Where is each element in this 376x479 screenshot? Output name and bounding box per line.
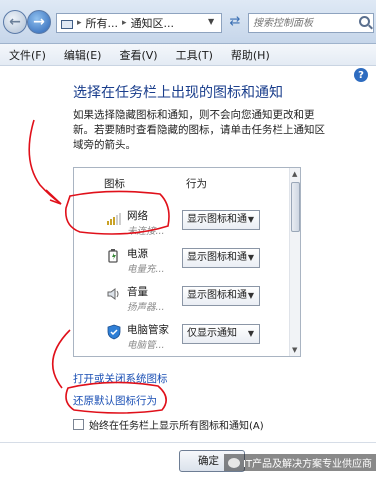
row-name: 电脑管家 [127, 324, 169, 336]
annotation-arrow-stroke [28, 119, 61, 204]
refresh-button[interactable]: ⇄ [225, 14, 245, 32]
checkbox-label: 始终在任务栏上显示所有图标和通知(A) [89, 421, 264, 432]
select-value: 显示图标和通 [187, 252, 247, 263]
search-icon[interactable] [359, 16, 370, 27]
chevron-down-icon[interactable]: ▼ [208, 17, 214, 26]
row-status: 电脑管... [127, 340, 165, 351]
scroll-down-icon[interactable]: ▼ [292, 346, 297, 354]
table-row-pc-manager: 电脑管家 电脑管... 仅显示通知 ▼ [74, 320, 289, 356]
control-panel-icon [61, 19, 73, 29]
restore-default-link[interactable]: 还原默认图标行为 [73, 393, 157, 408]
address-input[interactable]: ▸ 所有... ▸ 通知区... [56, 13, 222, 33]
breadcrumb-notification-area[interactable]: 通知区... [131, 15, 175, 31]
icons-table: 图标 行为 网络 未连接... 显示图标和通 ▼ 电源 电量充... 显示图标和… [73, 167, 301, 357]
menu-file[interactable]: 文件(F) [0, 47, 55, 63]
scrollbar-thumb[interactable] [291, 182, 300, 232]
description-text: 如果选择隐藏图标和通知，则不会向您通知更改和更新。若要随时查看隐藏的图标，请单击… [73, 109, 325, 151]
page-title: 选择在任务栏上出现的图标和通知 [73, 85, 283, 101]
behavior-select-pc-manager[interactable]: 仅显示通知 ▼ [182, 324, 260, 344]
search-box [248, 13, 374, 33]
row-status: 电量充... [127, 264, 165, 275]
select-value: 显示图标和通 [187, 214, 247, 225]
behavior-select-volume[interactable]: 显示图标和通 ▼ [182, 286, 260, 306]
row-name: 音量 [127, 286, 148, 298]
system-icons-link[interactable]: 打开或关闭系统图标 [73, 371, 168, 386]
table-row-power: 电源 电量充... 显示图标和通 ▼ [74, 244, 289, 282]
row-name: 电源 [127, 248, 148, 260]
row-name: 网络 [127, 210, 148, 222]
watermark-text: IT产品及解决方案专业供应商 [243, 459, 373, 470]
menu-edit[interactable]: 编辑(E) [55, 47, 111, 63]
chevron-right-icon: ▸ [122, 18, 127, 28]
forward-button[interactable]: → [27, 10, 51, 34]
table-row-network: 网络 未连接... 显示图标和通 ▼ [74, 206, 289, 244]
annotation-connector [51, 329, 71, 389]
behavior-select-network[interactable]: 显示图标和通 ▼ [182, 210, 260, 230]
chevron-down-icon: ▼ [247, 329, 254, 338]
back-button[interactable]: ← [3, 10, 27, 34]
search-input[interactable] [249, 14, 357, 32]
wechat-logo-icon [228, 457, 240, 468]
column-header-icon: 图标 [104, 178, 125, 190]
breadcrumb-all[interactable]: 所有... [86, 15, 119, 31]
shield-icon [107, 324, 121, 340]
row-status: 未连接... [127, 226, 165, 237]
show-all-icons-option[interactable]: 始终在任务栏上显示所有图标和通知(A) [73, 417, 264, 432]
refresh-icon: ⇄ [229, 14, 241, 29]
arrow-right-icon: → [33, 14, 45, 30]
network-icon [107, 213, 121, 225]
scroll-up-icon[interactable]: ▲ [292, 170, 297, 178]
select-value: 仅显示通知 [187, 328, 237, 339]
volume-icon [107, 288, 119, 300]
chevron-down-icon: ▼ [247, 253, 254, 262]
chevron-right-icon: ▸ [77, 18, 82, 28]
address-bar: ← → ▸ 所有... ▸ 通知区... ▼ ⇄ [0, 0, 376, 44]
show-all-icons-checkbox[interactable] [73, 419, 84, 430]
chevron-down-icon: ▼ [247, 291, 254, 300]
power-icon [108, 249, 118, 263]
chevron-down-icon: ▼ [247, 215, 254, 224]
annotation-arrow-head [45, 189, 62, 205]
column-header-behavior: 行为 [186, 178, 207, 190]
menu-help[interactable]: 帮助(H) [222, 47, 279, 63]
menu-tools[interactable]: 工具(T) [167, 47, 222, 63]
behavior-select-power[interactable]: 显示图标和通 ▼ [182, 248, 260, 268]
arrow-left-icon: ← [9, 14, 21, 30]
help-icon[interactable]: ? [354, 68, 368, 82]
menu-view[interactable]: 查看(V) [110, 47, 166, 63]
table-row-volume: 音量 扬声器... 显示图标和通 ▼ [74, 282, 289, 320]
select-value: 显示图标和通 [187, 290, 247, 301]
footer-divider [0, 442, 376, 443]
menu-bar: 文件(F) 编辑(E) 查看(V) 工具(T) 帮助(H) [0, 44, 376, 66]
table-scrollbar[interactable]: ▲ ▼ [289, 168, 300, 356]
row-status: 扬声器... [127, 302, 165, 313]
watermark: IT产品及解决方案专业供应商 [224, 454, 376, 471]
